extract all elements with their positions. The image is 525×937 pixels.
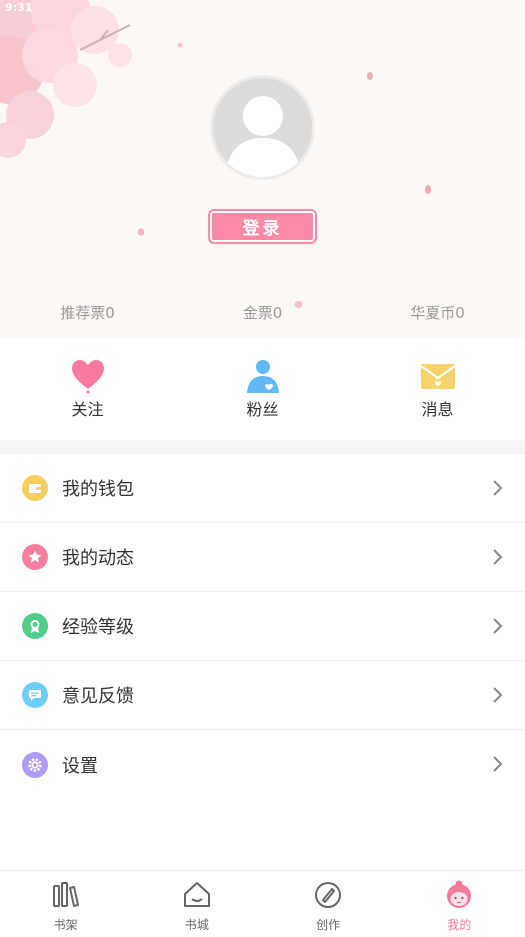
- status-time: 9:31: [5, 1, 33, 14]
- tab-label: 书架: [53, 918, 78, 932]
- tab-label: 书城: [184, 918, 209, 932]
- menu-list: 我的钱包 我的动态 经验等级 意见反馈 设置: [0, 454, 525, 799]
- girl-face-icon: [447, 880, 472, 908]
- menu-item-label: 我的钱包: [62, 479, 134, 500]
- menu-item-label: 设置: [62, 755, 98, 777]
- petal-decoration: [425, 185, 431, 194]
- tab-create[interactable]: 创作: [263, 871, 394, 937]
- chevron-right-icon: [493, 549, 503, 565]
- chevron-right-icon: [493, 618, 503, 634]
- section-divider: [0, 440, 525, 454]
- fan-icon: [246, 360, 279, 393]
- tab-bookshelf[interactable]: 书架: [0, 871, 131, 937]
- menu-item-label: 我的动态: [62, 548, 134, 569]
- pen-icon: [315, 882, 342, 908]
- quick-actions: 关注 粉丝 消息: [0, 338, 525, 440]
- quick-fans-label: 粉丝: [246, 400, 279, 419]
- tab-label: 我的: [447, 918, 472, 932]
- star-icon: [22, 544, 48, 570]
- gear-icon: [22, 751, 48, 778]
- tab-bookstore[interactable]: 书城: [131, 871, 262, 937]
- bookshelf-icon: [52, 882, 79, 907]
- quick-messages[interactable]: 消息: [350, 338, 525, 440]
- house-icon: [183, 882, 210, 907]
- menu-item-label: 经验等级: [62, 617, 134, 638]
- quick-follow[interactable]: 关注: [0, 338, 175, 440]
- quick-follow-label: 关注: [71, 400, 104, 419]
- menu-item-activity[interactable]: 我的动态: [0, 523, 525, 592]
- quick-fans[interactable]: 粉丝: [175, 338, 350, 440]
- quick-messages-label: 消息: [421, 400, 454, 419]
- menu-item-level[interactable]: 经验等级: [0, 592, 525, 661]
- stat-coins[interactable]: 华夏币0: [350, 298, 525, 328]
- login-button[interactable]: 登录: [208, 209, 317, 244]
- profile-header: 9:31 登录 推荐票0 金票0 华夏币0: [0, 0, 525, 338]
- cherry-blossom-decoration: [0, 0, 132, 158]
- user-placeholder-icon: [225, 96, 301, 177]
- menu-item-label: 意见反馈: [62, 686, 134, 707]
- tab-mine[interactable]: 我的: [394, 871, 525, 937]
- feedback-icon: [22, 682, 48, 708]
- badge-icon: [22, 613, 48, 639]
- stat-gold-tickets[interactable]: 金票0: [175, 298, 350, 328]
- menu-item-feedback[interactable]: 意见反馈: [0, 661, 525, 730]
- bottom-tab-bar: 书架 书城 创作 我的: [0, 870, 525, 937]
- petal-decoration: [367, 72, 373, 80]
- envelope-icon: [419, 364, 456, 389]
- chevron-right-icon: [493, 756, 503, 772]
- chevron-right-icon: [493, 480, 503, 496]
- wallet-icon: [22, 475, 48, 501]
- tab-label: 创作: [316, 918, 341, 932]
- avatar[interactable]: [210, 75, 315, 180]
- chevron-right-icon: [493, 687, 503, 703]
- stat-recommend-tickets[interactable]: 推荐票0: [0, 298, 175, 328]
- petal-decoration: [137, 228, 145, 236]
- heart-icon: [71, 360, 104, 394]
- petal-decoration: [177, 42, 183, 48]
- menu-item-wallet[interactable]: 我的钱包: [0, 454, 525, 523]
- menu-item-settings[interactable]: 设置: [0, 730, 525, 799]
- stats-row: 推荐票0 金票0 华夏币0: [0, 298, 525, 328]
